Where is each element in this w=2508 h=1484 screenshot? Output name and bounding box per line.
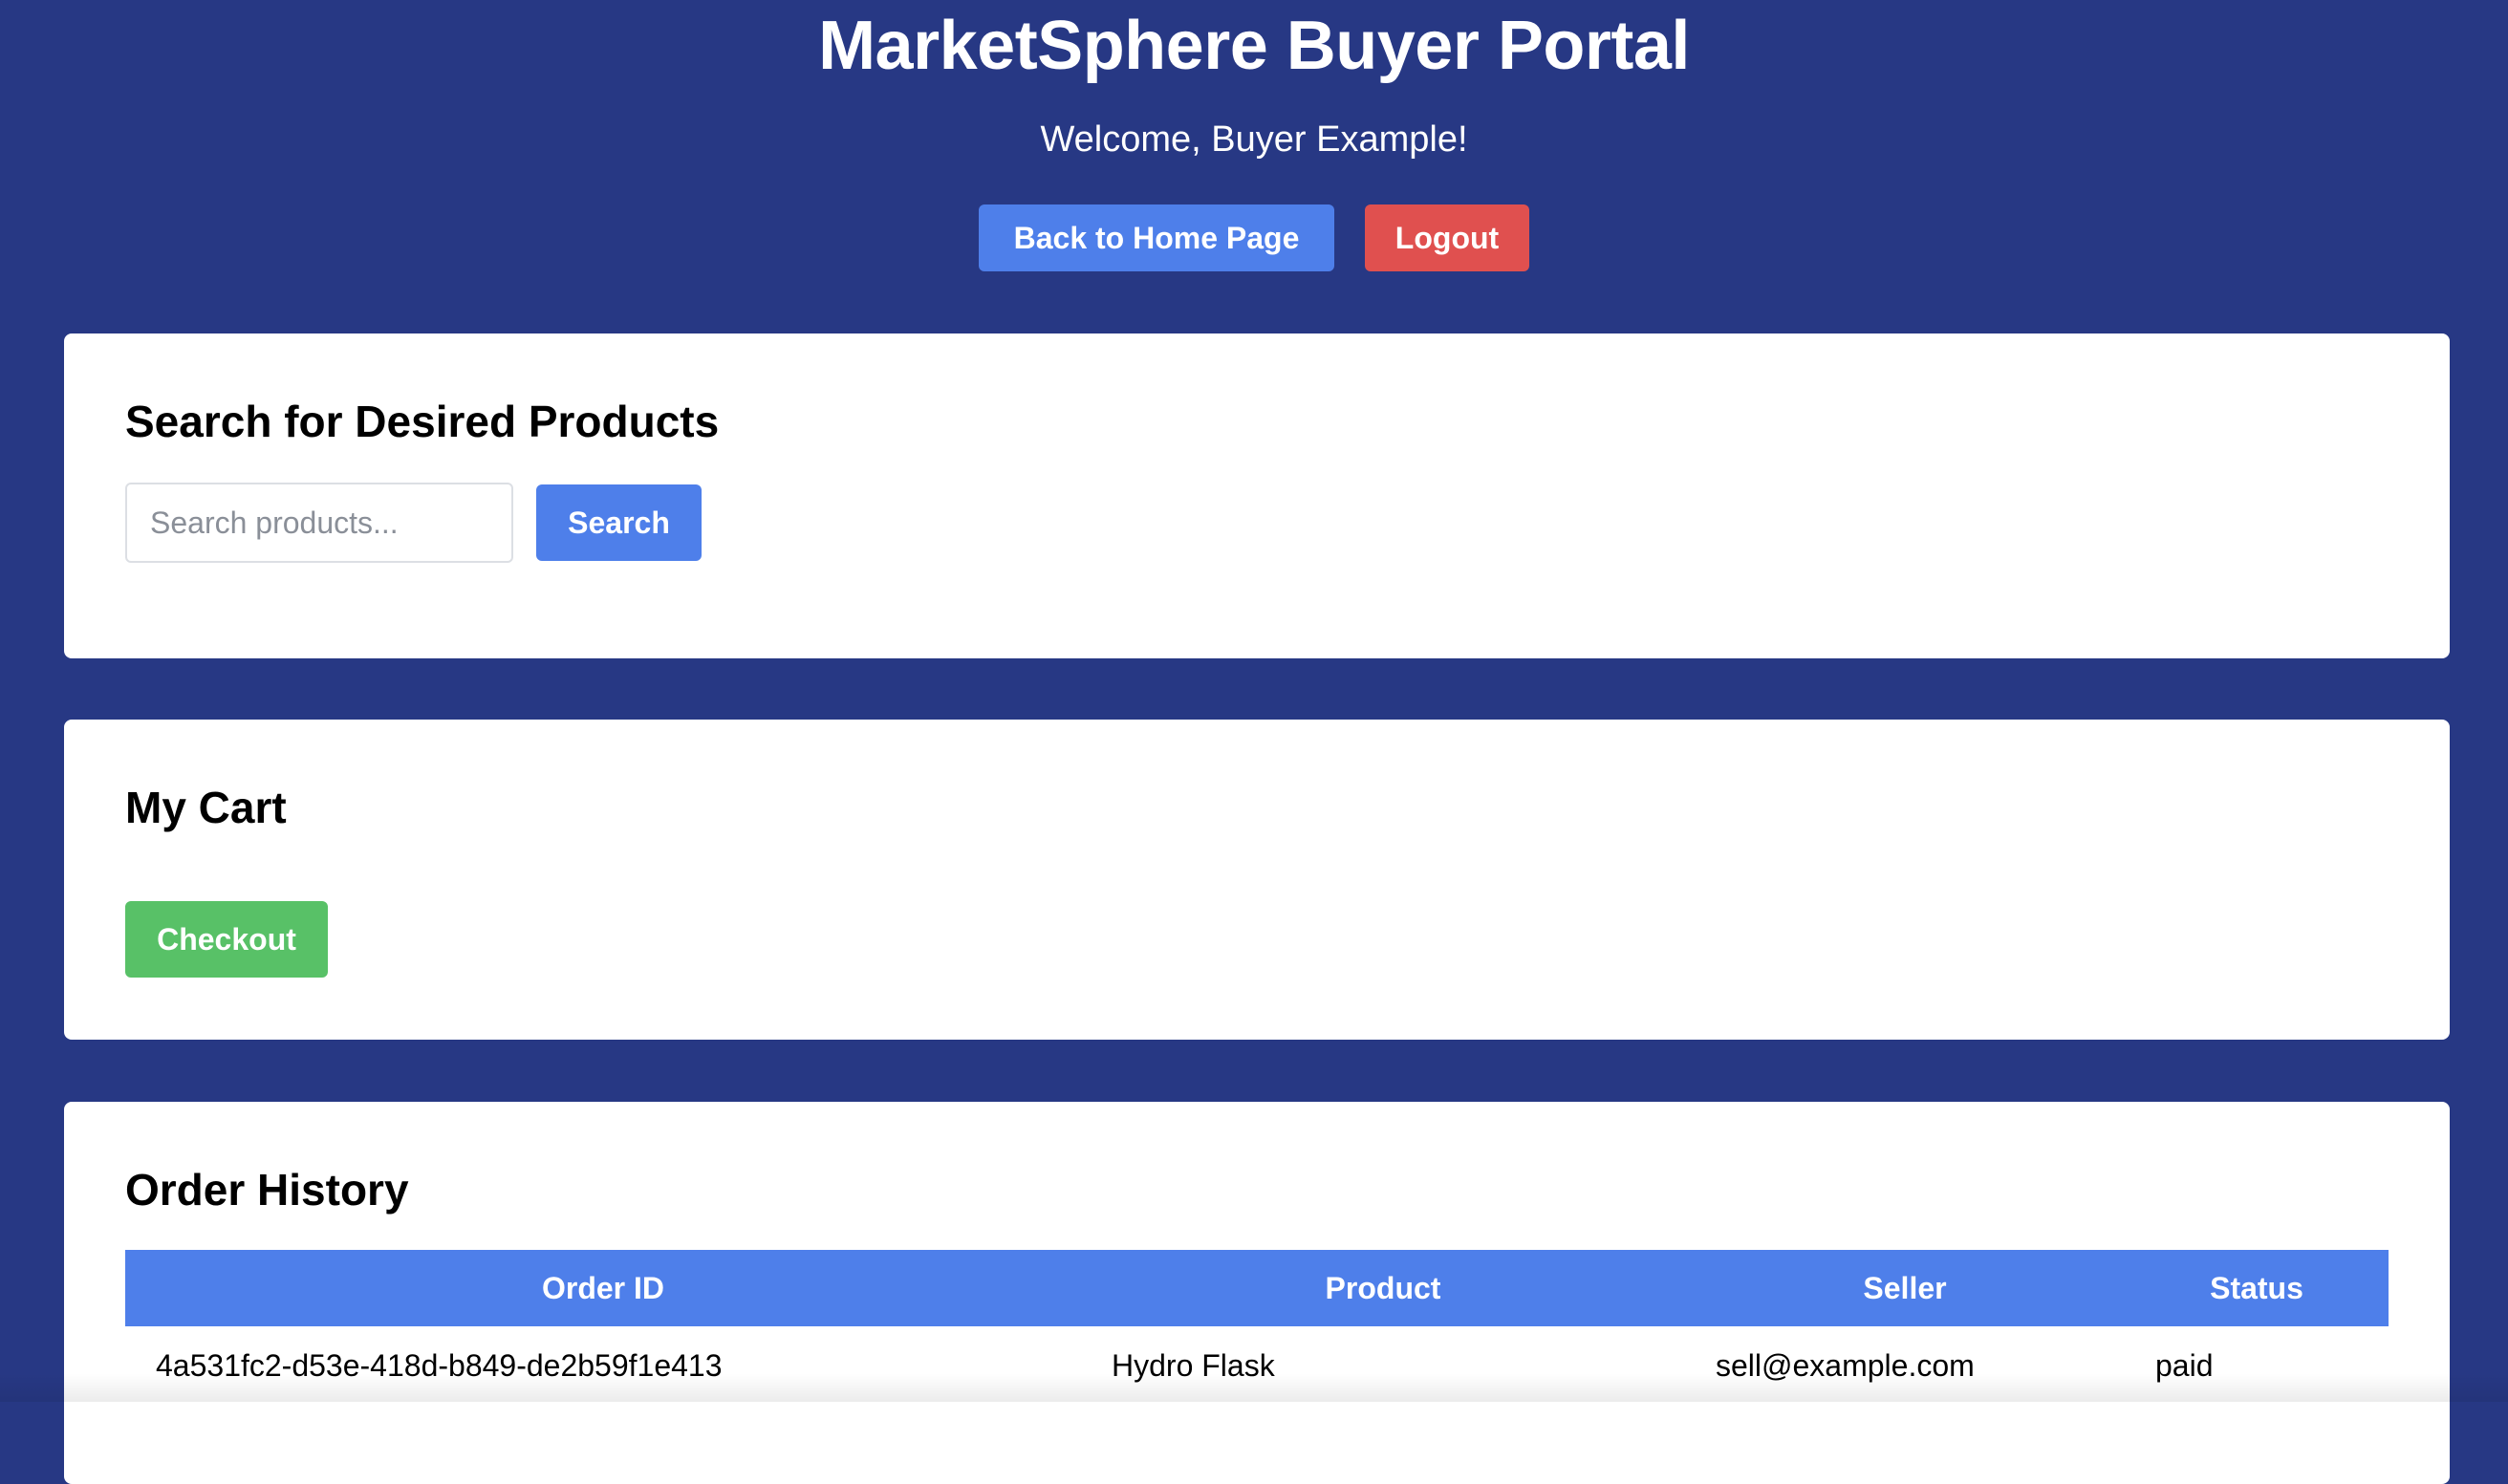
column-header-status[interactable]: Status — [2125, 1250, 2389, 1326]
cart-card: My Cart Checkout — [64, 720, 2450, 1040]
status-cell: paid — [2125, 1326, 2389, 1405]
product-cell: Hydro Flask — [1081, 1326, 1685, 1405]
column-header-seller[interactable]: Seller — [1685, 1250, 2125, 1326]
order-history-title: Order History — [125, 1164, 2389, 1215]
page-title: MarketSphere Buyer Portal — [0, 6, 2508, 86]
logout-button[interactable]: Logout — [1365, 204, 1529, 271]
welcome-message: Welcome, Buyer Example! — [0, 118, 2508, 161]
header-actions: Back to Home Page Logout — [0, 204, 2508, 271]
column-header-order-id[interactable]: Order ID — [125, 1250, 1081, 1326]
page-header: MarketSphere Buyer Portal Welcome, Buyer… — [0, 0, 2508, 271]
search-input[interactable] — [125, 483, 513, 563]
cart-card-title: My Cart — [125, 782, 2389, 833]
column-header-product[interactable]: Product — [1081, 1250, 1685, 1326]
search-card: Search for Desired Products Search — [64, 333, 2450, 658]
order-id-cell: 4a531fc2-d53e-418d-b849-de2b59f1e413 — [125, 1326, 1081, 1405]
search-row: Search — [125, 483, 2389, 563]
seller-cell: sell@example.com — [1685, 1326, 2125, 1405]
search-button[interactable]: Search — [536, 484, 702, 561]
search-card-title: Search for Desired Products — [125, 396, 2389, 447]
table-row[interactable]: 4a531fc2-d53e-418d-b849-de2b59f1e413 Hyd… — [125, 1326, 2389, 1405]
order-history-table: Order ID Product Seller Status 4a531fc2-… — [125, 1250, 2389, 1405]
checkout-button[interactable]: Checkout — [125, 901, 328, 978]
back-to-home-button[interactable]: Back to Home Page — [979, 204, 1334, 271]
table-header-row: Order ID Product Seller Status — [125, 1250, 2389, 1326]
order-history-card: Order History Order ID Product Seller St… — [64, 1102, 2450, 1484]
